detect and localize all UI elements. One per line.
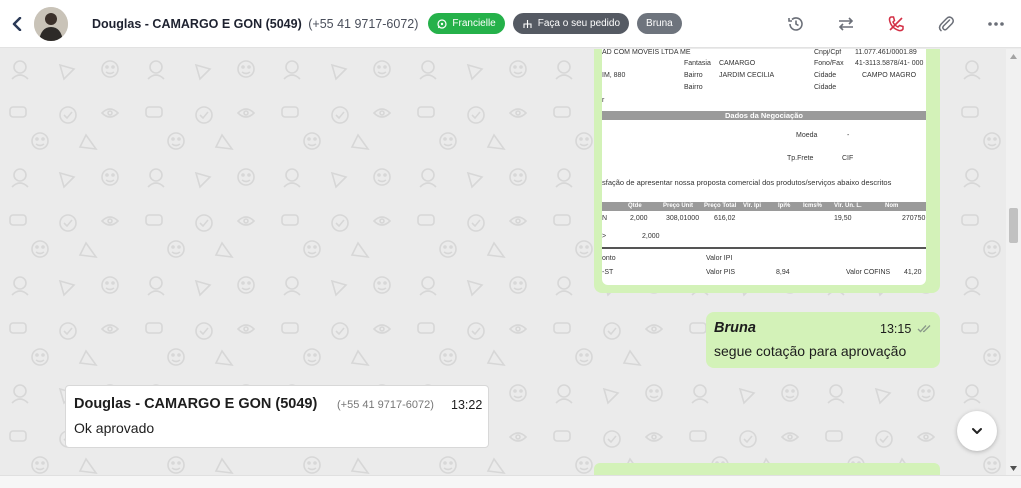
double-check-icon <box>917 325 931 333</box>
outgoing-message[interactable]: Bruna 13:15 segue cotação para aprovação <box>706 312 940 368</box>
tag-label: Faça o seu pedido <box>537 18 621 29</box>
scroll-up-arrow[interactable] <box>1006 49 1021 63</box>
doc-cnpj-label: Cnpj/Cpf <box>814 49 842 56</box>
doc-th: Icms% <box>803 203 823 209</box>
chevron-down-icon <box>972 428 982 434</box>
more-options-button[interactable] <box>971 0 1021 48</box>
chat-area[interactable]: AD COM MOVEIS LTDA ME Cnpj/Cpf 11.077.46… <box>0 49 1006 475</box>
next-message-bubble[interactable] <box>594 463 940 475</box>
history-button[interactable] <box>771 0 821 48</box>
doc-frete-value: CIF <box>842 155 854 162</box>
message-time: 13:22 <box>451 398 483 412</box>
message-sender: Bruna <box>714 320 756 336</box>
doc-onto: onto <box>602 255 616 262</box>
message-sender-phone: (+55 41 9717-6072) <box>337 399 434 411</box>
doc-bairro-label: Bairro <box>684 72 703 79</box>
quotation-document-image[interactable]: AD COM MOVEIS LTDA ME Cnpj/Cpf 11.077.46… <box>602 49 926 285</box>
document-image-message[interactable]: AD COM MOVEIS LTDA ME Cnpj/Cpf 11.077.46… <box>594 49 940 293</box>
doc-cell: 2,000 <box>630 215 648 222</box>
doc-divider <box>602 247 926 249</box>
doc-r: r <box>602 97 605 104</box>
message-text: Ok aprovado <box>74 420 155 436</box>
doc-cofins-value: 41,20 <box>904 269 922 276</box>
scroll-to-bottom-button[interactable] <box>957 411 997 451</box>
doc-cnpj-value: 11.077.461/0001.89 <box>855 49 917 56</box>
end-call-button[interactable] <box>871 0 921 48</box>
contact-phone: (+55 41 9717-6072) <box>308 16 419 31</box>
doc-table-header: Qtde Preço Unit Preço Total Vlr. Ipi Ipi… <box>602 202 926 211</box>
doc-intro: sfação de apresentar nossa proposta come… <box>602 178 892 187</box>
avatar[interactable] <box>34 6 68 41</box>
scrollbar-thumb[interactable] <box>1009 208 1018 243</box>
tag-label: Francielle <box>452 18 496 29</box>
doc-th: Preço Total <box>704 203 737 209</box>
doc-cidade2-label: Cidade <box>814 84 837 91</box>
message-sender: Douglas - CAMARGO E GON (5049) <box>74 396 318 412</box>
doc-cell: N <box>602 215 608 222</box>
doc-cell: > <box>602 233 607 240</box>
doc-cofins-label: Valor COFINS <box>846 269 891 276</box>
attachment-icon <box>938 16 954 32</box>
doc-cell: 19,50 <box>834 215 852 222</box>
flow-icon <box>523 19 532 28</box>
back-button[interactable] <box>0 0 34 48</box>
contact-title[interactable]: Douglas - CAMARGO E GON (5049) (+55 41 9… <box>92 17 418 31</box>
doc-cell: 308,01000 <box>666 215 700 222</box>
chat-scrollbar[interactable] <box>1006 49 1021 475</box>
agent-tag-francielle[interactable]: Francielle <box>428 13 505 34</box>
doc-pis-label: Valor PIS <box>706 269 736 276</box>
tag-label: Bruna <box>646 18 673 29</box>
doc-fone-value: 41-3113.5878/41- 000 <box>855 60 924 67</box>
doc-fantasia-label: Fantasia <box>684 60 711 67</box>
message-text: segue cotação para aprovação <box>714 343 907 359</box>
doc-cell: 2,000 <box>642 233 660 240</box>
incoming-message[interactable]: Douglas - CAMARGO E GON (5049) (+55 41 9… <box>65 385 489 448</box>
doc-frete-label: Tp.Frete <box>787 155 814 162</box>
doc-th: Preço Unit <box>663 203 694 209</box>
transfer-button[interactable] <box>821 0 871 48</box>
doc-bairro-value: JARDIM CECILIA <box>719 72 775 79</box>
end-call-icon <box>888 16 904 32</box>
transfer-icon <box>838 17 854 31</box>
doc-th: Ipi% <box>778 203 791 209</box>
doc-fantasia-value: CAMARGO <box>719 60 756 67</box>
doc-ipi-label: Valor IPI <box>706 255 733 262</box>
doc-th: Vlr. Un. L. <box>834 203 862 209</box>
composer-area[interactable] <box>0 475 1021 488</box>
flow-tag[interactable]: Faça o seu pedido <box>512 13 630 34</box>
scroll-down-arrow[interactable] <box>1006 461 1021 475</box>
doc-th: Vlr. Ipi <box>743 203 762 209</box>
agent-tag-bruna[interactable]: Bruna <box>637 13 682 34</box>
doc-th: Qtde <box>628 203 642 209</box>
caret-down-icon <box>1010 465 1017 471</box>
header-actions <box>771 0 1021 48</box>
doc-cidade-label: Cidade <box>814 72 837 79</box>
doc-cell: 270750 <box>902 215 926 222</box>
contact-name: Douglas - CAMARGO E GON (5049) <box>92 16 302 31</box>
doc-cell: 616,02 <box>714 215 736 222</box>
doc-cidade-value: CAMPO MAGRO <box>862 72 917 79</box>
history-icon <box>788 17 803 31</box>
doc-moeda-label: Moeda <box>796 132 818 139</box>
chat-header: Douglas - CAMARGO E GON (5049) (+55 41 9… <box>0 0 1021 48</box>
chevron-left-icon <box>12 16 22 31</box>
attachment-button[interactable] <box>921 0 971 48</box>
doc-bairro2-label: Bairro <box>684 84 703 91</box>
doc-pis-value: 8,94 <box>776 269 790 276</box>
doc-section-title: Dados da Negociação <box>602 111 926 120</box>
doc-moeda-value: - <box>847 132 850 139</box>
doc-address: IM, 880 <box>602 72 626 79</box>
caret-up-icon <box>1010 53 1017 59</box>
doc-th: Nom <box>885 203 899 209</box>
doc-company: AD COM MOVEIS LTDA ME <box>602 49 691 56</box>
whatsapp-icon <box>437 18 447 29</box>
message-time: 13:15 <box>880 322 912 336</box>
doc-fone-label: Fono/Fax <box>814 60 844 67</box>
doc-st: -ST <box>602 269 614 276</box>
more-icon <box>988 22 1004 26</box>
